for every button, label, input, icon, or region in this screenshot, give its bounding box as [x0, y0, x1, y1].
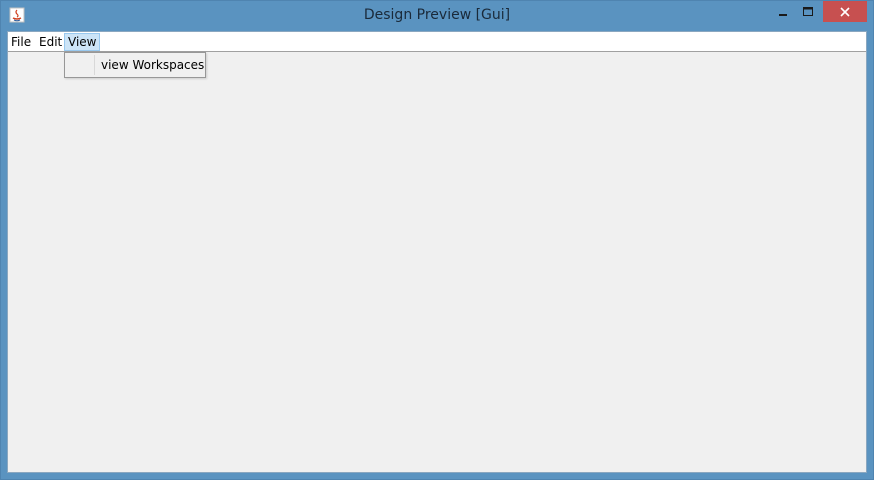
minimize-button[interactable] [771, 1, 795, 22]
menu-bar: File Edit View [8, 32, 866, 52]
close-icon [840, 6, 850, 17]
maximize-icon [803, 6, 813, 16]
maximize-button[interactable] [796, 1, 820, 22]
app-window: Design Preview [Gui] File Edit View view… [0, 0, 874, 480]
close-button[interactable] [823, 1, 867, 22]
menu-item-view-workspaces[interactable]: view Workspaces [65, 53, 205, 77]
menu-view[interactable]: View [64, 33, 101, 51]
title-bar[interactable]: Design Preview [Gui] [1, 1, 873, 31]
view-dropdown-menu: view Workspaces [64, 52, 206, 78]
menu-edit[interactable]: Edit [36, 33, 65, 51]
menu-file[interactable]: File [8, 33, 34, 51]
window-title: Design Preview [Gui] [363, 7, 511, 23]
minimize-icon [779, 13, 787, 16]
client-area: File Edit View view Workspaces [7, 31, 867, 473]
